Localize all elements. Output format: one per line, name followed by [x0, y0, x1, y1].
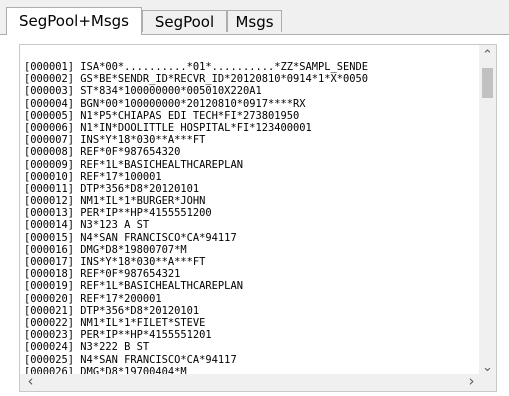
edi-line: [000012] NM1*IL*1*BURGER*JOHN — [24, 195, 206, 208]
tab-bar: SegPool+Msgs SegPool Msgs — [0, 0, 509, 35]
edi-line: [000018] REF*0F*987654321 — [24, 268, 181, 281]
vertical-scrollbar[interactable]: ⌃ ⌄ — [479, 45, 496, 376]
edi-lines[interactable]: [000001] ISA*00*..........*01*..........… — [20, 61, 480, 374]
edi-line: [000006] N1*IN*DOOLITTLE HOSPITAL*FI*123… — [24, 121, 312, 134]
tab-segpool[interactable]: SegPool — [142, 10, 227, 32]
edi-line: [000023] PER*IP**HP*4155551201 — [24, 329, 212, 342]
edi-line: [000013] PER*IP**HP*4155551200 — [24, 207, 212, 220]
edi-line: [000007] INS*Y*18*030**A***FT — [24, 134, 206, 147]
edi-line: [000026] DMG*D8*19700404*M — [24, 365, 187, 374]
edi-line: [000004] BGN*00*100000000*20120810*0917*… — [24, 97, 306, 110]
edi-text-viewer[interactable]: [000001] ISA*00*..........*01*..........… — [19, 44, 497, 392]
edi-line: [000016] DMG*D8*19800707*M — [24, 243, 187, 256]
edi-line: [000003] ST*834*100000000*005010X220A1 — [24, 85, 262, 98]
edi-line: [000015] N4*SAN FRANCISCO*CA*94117 — [24, 231, 237, 244]
edi-line: [000005] N1*P5*CHIAPAS EDI TECH*FI*27380… — [24, 109, 300, 122]
edi-line: [000002] GS*BE*SENDR_ID*RECVR_ID*2012081… — [24, 73, 369, 86]
edi-line: [000021] DTP*356*D8*20120101 — [24, 304, 200, 317]
chevron-up-icon[interactable]: ⌃ — [479, 47, 496, 64]
edi-line: [000011] DTP*356*D8*20120101 — [24, 182, 200, 195]
chevron-right-icon[interactable]: › — [463, 374, 480, 391]
edi-line: [000010] REF*17*100001 — [24, 170, 162, 183]
edi-line: [000017] INS*Y*18*030**A***FT — [24, 256, 206, 268]
edi-line: [000024] N3*222 B ST — [24, 341, 150, 354]
edi-line: [000009] REF*1L*BASICHEALTHCAREPLAN — [24, 158, 243, 171]
edi-line: [000019] REF*1L*BASICHEALTHCAREPLAN — [24, 280, 243, 293]
edi-line: [000022] NM1*IL*1*FILET*STEVE — [24, 316, 206, 329]
edi-line: [000020] REF*17*200001 — [24, 292, 162, 305]
edi-line: [000014] N3*123 A ST — [24, 219, 150, 232]
edi-line: [000001] ISA*00*..........*01*..........… — [24, 61, 369, 73]
horizontal-scrollbar[interactable]: ‹ › — [20, 374, 480, 391]
scroll-thumb[interactable] — [482, 68, 493, 98]
tab-msgs[interactable]: Msgs — [227, 10, 282, 32]
edi-line: [000025] N4*SAN FRANCISCO*CA*94117 — [24, 353, 237, 366]
edi-line: [000008] REF*0F*987654320 — [24, 146, 181, 159]
chevron-left-icon[interactable]: ‹ — [22, 374, 39, 391]
scroll-corner — [479, 374, 496, 391]
tab-segpool-msgs[interactable]: SegPool+Msgs — [6, 7, 142, 35]
